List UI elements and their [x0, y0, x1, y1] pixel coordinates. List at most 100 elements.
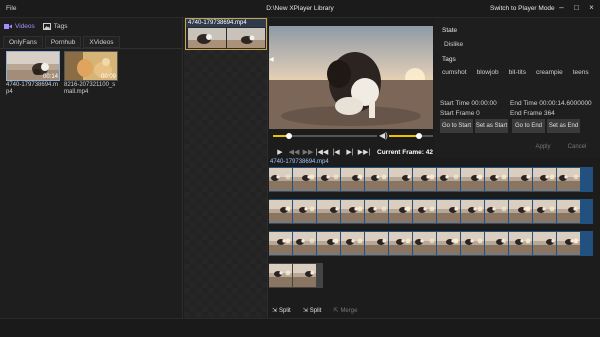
timeline-strip[interactable]	[269, 199, 593, 224]
tab-tags-label: Tags	[53, 22, 68, 30]
tab-videos[interactable]: Videos	[4, 23, 35, 30]
set-as-start-button[interactable]: Set as Start	[475, 119, 508, 133]
merge-icon: ⇱	[333, 308, 339, 314]
timeline-frame[interactable]	[509, 168, 532, 191]
fast-forward-icon[interactable]: ▶▶	[301, 148, 315, 156]
close-icon[interactable]: ×	[587, 3, 596, 12]
previous-arrow-icon[interactable]: ◀	[269, 56, 274, 63]
volume-handle[interactable]	[415, 133, 422, 139]
video-preview[interactable]	[269, 26, 433, 129]
switch-player-mode-button[interactable]: Switch to Player Mode	[490, 5, 555, 12]
timeline-frame[interactable]	[293, 232, 316, 255]
timeline-frame[interactable]	[557, 200, 580, 223]
timeline-frame[interactable]	[317, 200, 340, 223]
properties-panel: State Dislike Tags cumshot blowjob bit-t…	[434, 18, 600, 158]
step-back-big-icon[interactable]: |◀◀	[315, 148, 329, 156]
volume-icon[interactable]: ◀)	[379, 131, 388, 140]
timeline-frame[interactable]	[413, 168, 436, 191]
go-to-start-button[interactable]: Go to Start	[440, 119, 473, 133]
timeline-frame[interactable]	[485, 200, 508, 223]
playback-controls: ▶ ◀◀ ▶▶ |◀◀ |◀ ▶| ▶▶| Current Frame: 42	[273, 147, 443, 157]
tag[interactable]: bit-tits	[509, 69, 526, 76]
video-card[interactable]: 00:14 4740-179738694.mp4	[6, 51, 60, 96]
timeline-frame[interactable]	[317, 168, 340, 191]
step-forward-big-icon[interactable]: ▶▶|	[357, 148, 371, 156]
timeline-frame[interactable]	[533, 200, 556, 223]
apply-button[interactable]: Apply	[530, 140, 556, 154]
maximize-icon[interactable]: □	[572, 3, 581, 12]
timeline-frame[interactable]	[269, 168, 292, 191]
timeline-frame[interactable]	[365, 168, 388, 191]
tag[interactable]: blowjob	[477, 69, 499, 76]
tab-onlyfans[interactable]: OnlyFans	[3, 36, 43, 48]
timeline-frame[interactable]	[293, 168, 316, 191]
video-thumbnail: 00:09	[64, 51, 118, 81]
tab-xvideos[interactable]: XVideos	[83, 36, 120, 48]
timeline-frame[interactable]	[341, 168, 364, 191]
timeline-frame[interactable]	[557, 232, 580, 255]
timeline-frame[interactable]	[389, 200, 412, 223]
timeline-frame[interactable]	[461, 200, 484, 223]
set-as-end-button[interactable]: Set as End	[547, 119, 580, 133]
split-button[interactable]: ⇲ Split	[272, 307, 291, 315]
timeline-frame[interactable]	[269, 264, 292, 287]
timeline-frame[interactable]	[509, 232, 532, 255]
rewind-icon[interactable]: ◀◀	[287, 148, 301, 156]
start-frame: Start Frame 0	[440, 110, 480, 117]
timeline-strip[interactable]	[269, 263, 323, 288]
timeline-frame[interactable]	[437, 168, 460, 191]
timeline-frame[interactable]	[485, 232, 508, 255]
timeline-frame[interactable]	[413, 200, 436, 223]
video-duration: 00:09	[100, 74, 116, 80]
timeline-frame[interactable]	[509, 200, 532, 223]
cancel-button[interactable]: Cancel	[564, 140, 590, 154]
timeline-frame[interactable]	[461, 168, 484, 191]
timeline-frame[interactable]	[293, 264, 316, 287]
seek-slider[interactable]	[273, 133, 377, 139]
library-pane: Videos Tags OnlyFans Pornhub XVideos 00:	[0, 18, 183, 318]
tab-tags[interactable]: Tags	[42, 22, 68, 30]
volume-slider[interactable]	[389, 133, 433, 139]
tab-pornhub[interactable]: Pornhub	[44, 36, 82, 48]
timeline-frame[interactable]	[533, 232, 556, 255]
tag[interactable]: creampie	[536, 69, 563, 76]
timeline-frame[interactable]	[269, 200, 292, 223]
timeline-strip[interactable]	[269, 231, 593, 256]
state-value[interactable]: Dislike	[444, 41, 463, 48]
tag[interactable]: cumshot	[442, 69, 467, 76]
timeline-frame[interactable]	[389, 168, 412, 191]
seek-handle[interactable]	[285, 133, 292, 139]
timeline-frame[interactable]	[317, 232, 340, 255]
merge-button[interactable]: ⇱ Merge	[333, 307, 357, 315]
play-icon[interactable]: ▶	[273, 148, 287, 156]
timeline-frame[interactable]	[461, 232, 484, 255]
timeline-frame[interactable]	[269, 232, 292, 255]
timeline-frame[interactable]	[389, 232, 412, 255]
timeline-frame[interactable]	[293, 200, 316, 223]
tag[interactable]: teens	[573, 69, 589, 76]
library-top-tabs: Videos Tags	[4, 20, 68, 32]
timeline-frame[interactable]	[413, 232, 436, 255]
video-card[interactable]: 00:09 8216-207321100_small.mp4	[64, 51, 118, 96]
step-forward-icon[interactable]: ▶|	[343, 148, 357, 156]
edit-toolbar: ⇲ Split ⇲ Split ⇱ Merge	[268, 303, 600, 318]
timeline-frame[interactable]	[533, 168, 556, 191]
minimize-icon[interactable]: –	[557, 3, 566, 12]
timeline-frame[interactable]	[341, 200, 364, 223]
step-back-icon[interactable]: |◀	[329, 148, 343, 156]
go-to-end-button[interactable]: Go to End	[512, 119, 545, 133]
timeline-frame[interactable]	[365, 200, 388, 223]
timeline-frame[interactable]	[365, 232, 388, 255]
timeline-frame[interactable]	[557, 168, 580, 191]
timeline-frame[interactable]	[341, 232, 364, 255]
video-duration: 00:14	[42, 74, 58, 80]
timeline-frame[interactable]	[485, 168, 508, 191]
clip-card[interactable]: 4740-179738694.mp4	[185, 18, 267, 50]
split-button[interactable]: ⇲ Split	[303, 307, 322, 315]
seek-controls: ◀)	[271, 131, 435, 141]
timeline-frame[interactable]	[437, 232, 460, 255]
video-name: 8216-207321100_small.mp4	[64, 82, 116, 95]
video-grid: 00:14 4740-179738694.mp4 00:09 8216-2073…	[6, 51, 118, 96]
timeline-strip[interactable]	[269, 167, 593, 192]
timeline-frame[interactable]	[437, 200, 460, 223]
